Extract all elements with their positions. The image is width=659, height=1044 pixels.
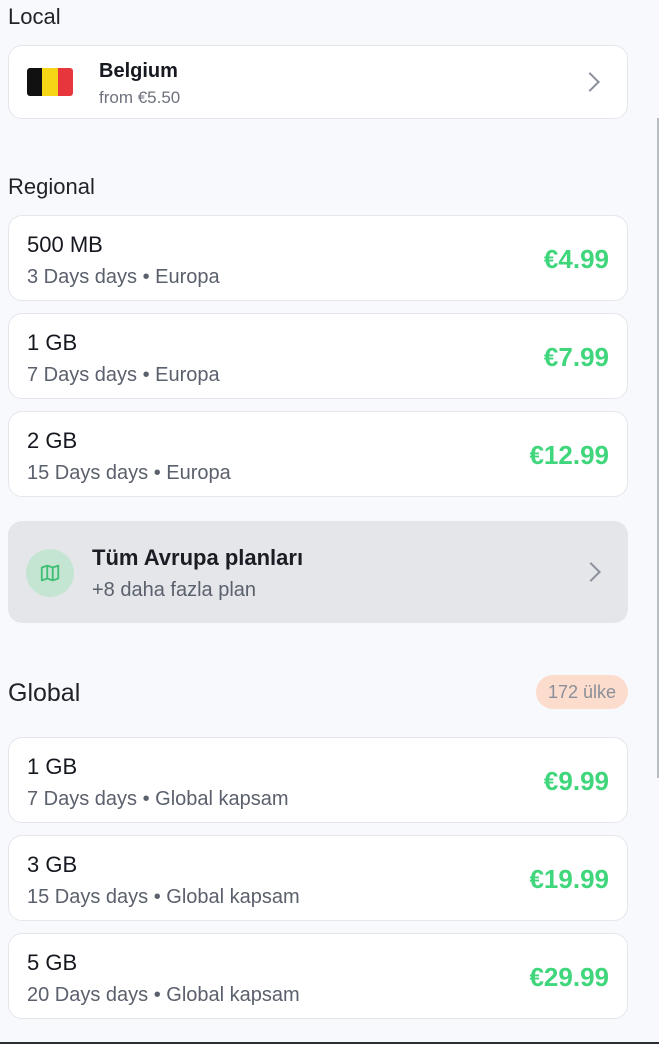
section-title-global: Global bbox=[8, 679, 81, 707]
plan-data-amount: 2 GB bbox=[27, 428, 78, 453]
global-plan-card[interactable]: 3 GB 15 Days days • Global kapsam €19.99 bbox=[8, 835, 628, 921]
country-count-badge: 172 ülke bbox=[535, 675, 628, 709]
plan-data-amount: 5 GB bbox=[27, 950, 78, 975]
chevron-right-icon bbox=[580, 72, 600, 92]
map-icon bbox=[26, 549, 74, 597]
regional-plan-card[interactable]: 1 GB 7 Days days • Europa €7.99 bbox=[8, 313, 628, 399]
global-plan-card[interactable]: 5 GB 20 Days days • Global kapsam €29.99 bbox=[8, 933, 628, 1019]
plan-data-amount: 3 GB bbox=[27, 852, 78, 877]
plan-detail: 7 Days days • Europa bbox=[27, 364, 220, 386]
plan-price: €19.99 bbox=[529, 864, 609, 894]
plan-data-amount: 1 GB bbox=[27, 330, 78, 355]
plan-price: €9.99 bbox=[543, 766, 609, 796]
plan-detail: 15 Days days • Global kapsam bbox=[27, 886, 300, 908]
section-title-regional: Regional bbox=[8, 174, 95, 199]
plan-detail: 20 Days days • Global kapsam bbox=[27, 984, 300, 1006]
belgium-flag-icon bbox=[27, 68, 73, 96]
plan-price: €12.99 bbox=[529, 440, 609, 470]
plan-data-amount: 500 MB bbox=[27, 232, 103, 257]
plan-price: €7.99 bbox=[543, 342, 609, 372]
plan-detail: 15 Days days • Europa bbox=[27, 462, 231, 484]
local-country-card[interactable]: Belgium from €5.50 bbox=[8, 45, 628, 119]
more-plans-count: +8 daha fazla plan bbox=[92, 579, 257, 601]
country-from-price: from €5.50 bbox=[99, 88, 181, 107]
regional-plan-card[interactable]: 2 GB 15 Days days • Europa €12.99 bbox=[8, 411, 628, 497]
section-title-local: Local bbox=[8, 4, 61, 29]
regional-plan-card[interactable]: 500 MB 3 Days days • Europa €4.99 bbox=[8, 215, 628, 301]
plan-price: €29.99 bbox=[529, 962, 609, 992]
more-plans-title: Tüm Avrupa planları bbox=[92, 545, 304, 570]
plan-detail: 3 Days days • Europa bbox=[27, 266, 220, 288]
plan-price: €4.99 bbox=[543, 244, 609, 274]
plan-data-amount: 1 GB bbox=[27, 754, 78, 779]
all-europe-plans-button[interactable]: Tüm Avrupa planları +8 daha fazla plan bbox=[8, 521, 628, 623]
plan-detail: 7 Days days • Global kapsam bbox=[27, 788, 289, 810]
country-name: Belgium bbox=[99, 60, 178, 82]
chevron-right-icon bbox=[581, 562, 601, 582]
global-plan-card[interactable]: 1 GB 7 Days days • Global kapsam €9.99 bbox=[8, 737, 628, 823]
